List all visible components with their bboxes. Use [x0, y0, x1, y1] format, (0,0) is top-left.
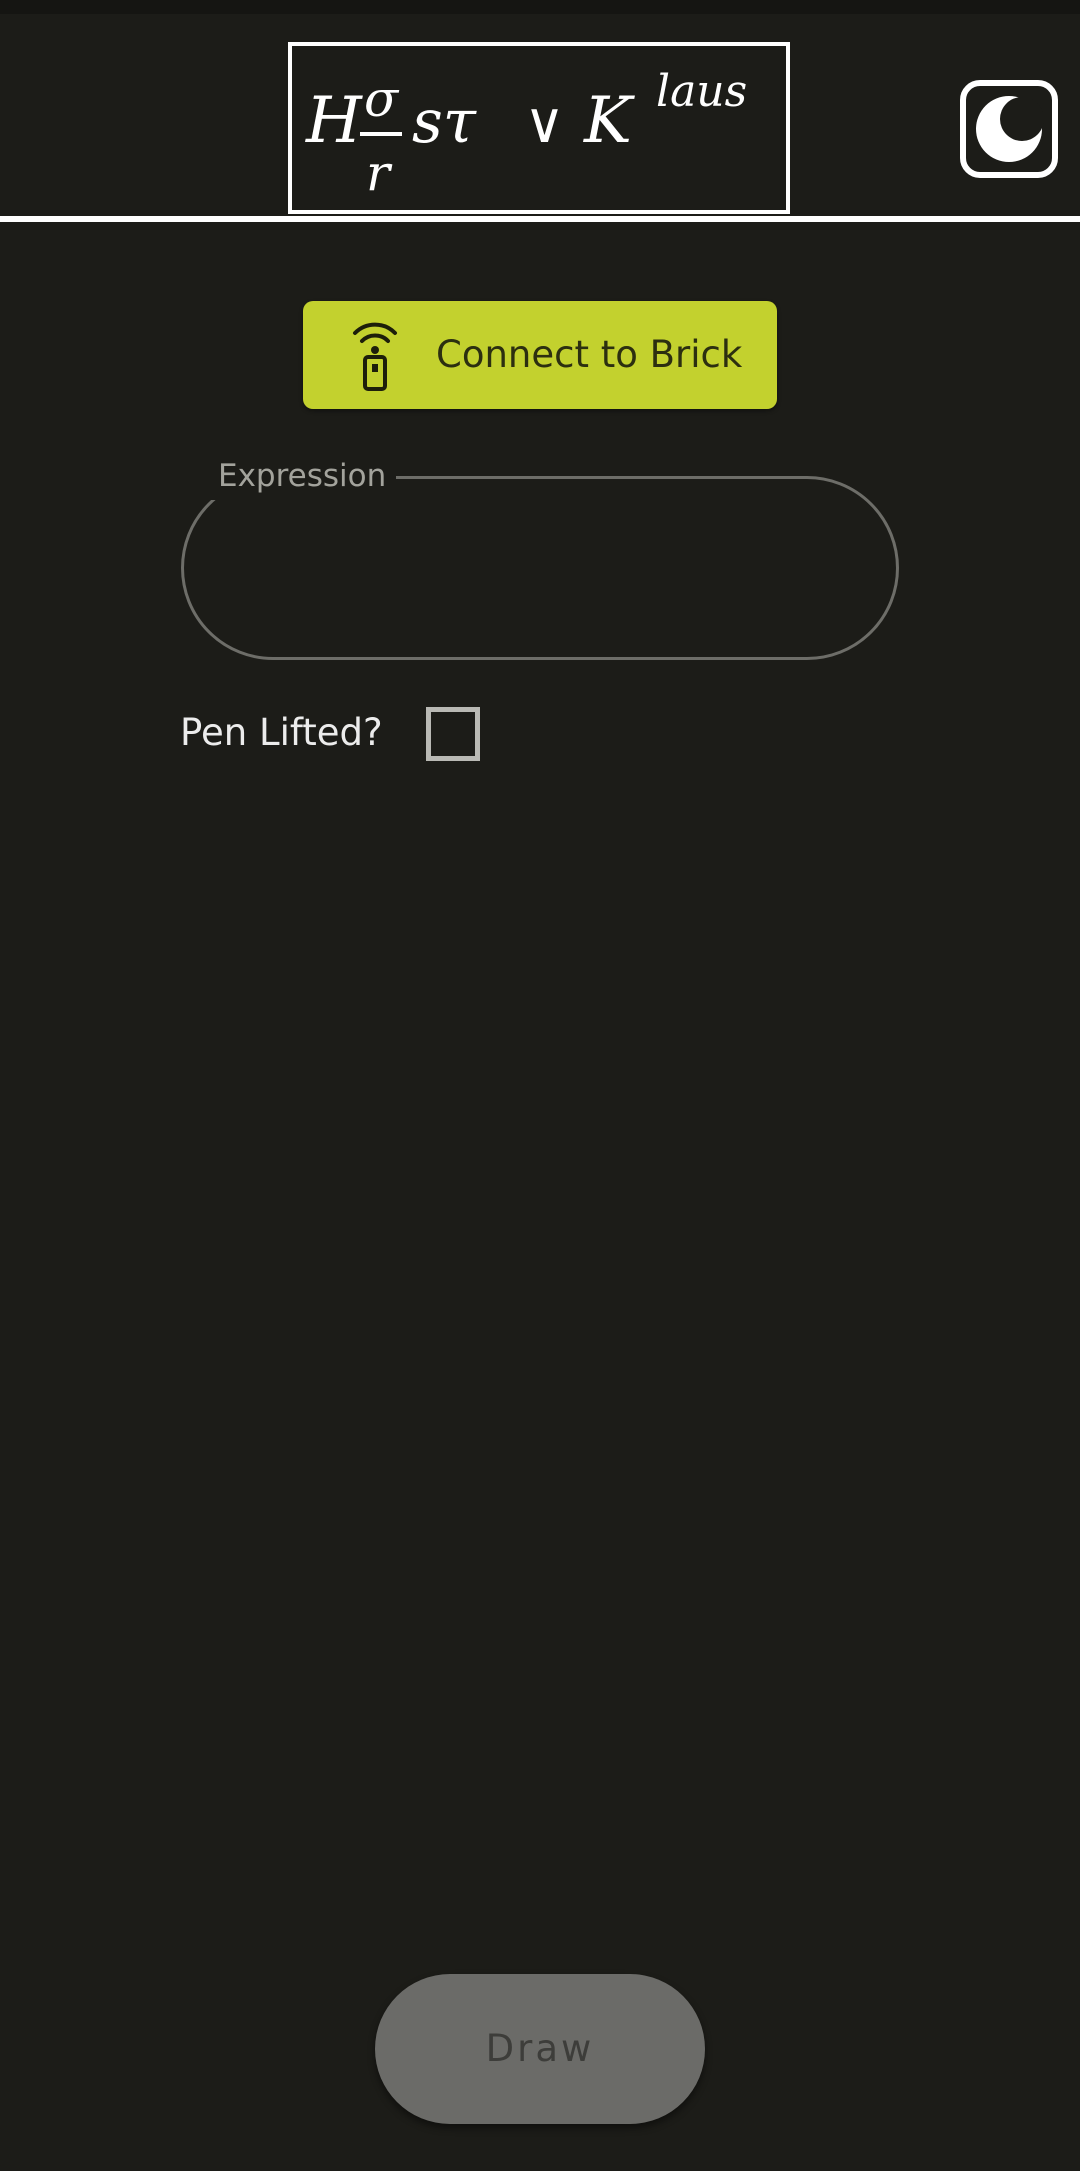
moon-icon: [976, 96, 1044, 162]
pen-lifted-label: Pen Lifted?: [180, 711, 383, 754]
app-header: H σ r sτ ∨ K laus: [0, 14, 1080, 216]
connect-to-brick-button[interactable]: Connect to Brick: [303, 301, 777, 409]
svg-text:laus: laus: [656, 66, 747, 117]
pen-lifted-checkbox[interactable]: [426, 707, 480, 761]
svg-text:∨: ∨: [524, 91, 565, 156]
svg-text:H: H: [305, 84, 363, 158]
theme-toggle-button[interactable]: [960, 80, 1058, 178]
expression-label: Expression: [218, 458, 387, 494]
expression-input[interactable]: [240, 520, 844, 618]
svg-text:σ: σ: [364, 70, 400, 128]
logo-formula: H σ r sτ ∨ K laus: [305, 66, 747, 202]
draw-button[interactable]: Draw: [375, 1974, 705, 2124]
connect-button-label: Connect to Brick: [436, 333, 743, 376]
remote-signal-icon: [353, 322, 397, 391]
draw-button-label: Draw: [485, 2027, 595, 2070]
header-divider: [0, 216, 1080, 222]
svg-text:r: r: [366, 144, 393, 202]
svg-text:K: K: [583, 84, 635, 158]
svg-text:sτ: sτ: [412, 87, 477, 157]
app-logo: H σ r sτ ∨ K laus: [288, 42, 790, 214]
status-bar: [0, 0, 1080, 14]
